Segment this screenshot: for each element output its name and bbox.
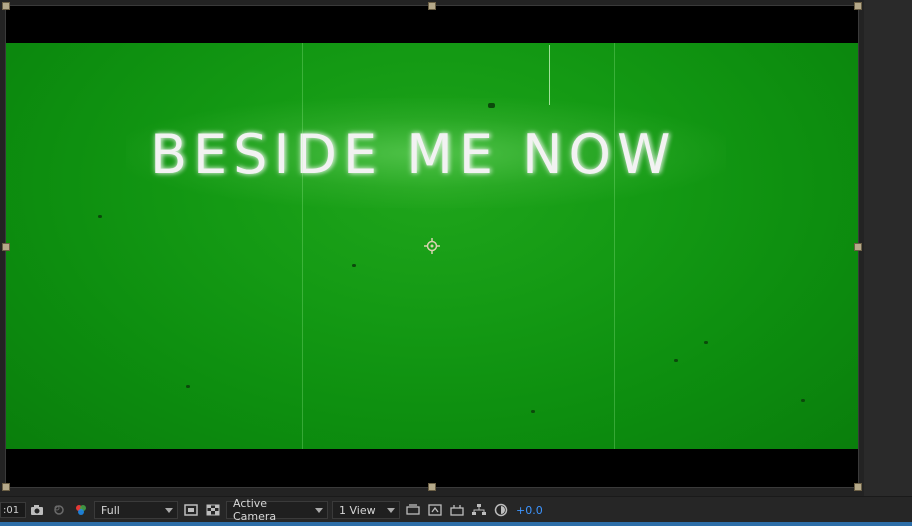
dust-speck: [801, 399, 805, 402]
letterbox-bottom: [6, 449, 858, 487]
transform-handle-top-left[interactable]: [2, 2, 10, 10]
snapshot-icon[interactable]: [28, 501, 46, 519]
dust-speck: [531, 410, 535, 413]
dust-speck: [674, 359, 678, 362]
views-value: 1 View: [339, 503, 376, 517]
transform-handle-top-right[interactable]: [854, 2, 862, 10]
dust-speck: [352, 264, 356, 267]
dust-speck: [488, 103, 495, 108]
chevron-down-icon: [165, 507, 173, 513]
resolution-value: Full: [101, 503, 120, 517]
film-scratch: [549, 45, 550, 105]
transform-handle-bottom[interactable]: [428, 483, 436, 491]
exposure-value[interactable]: +0.0: [516, 504, 543, 517]
composition-viewer[interactable]: BESIDE ME NOW: [0, 0, 912, 496]
dust-speck: [186, 385, 190, 388]
views-dropdown[interactable]: 1 View: [332, 501, 400, 519]
reset-exposure-icon[interactable]: [492, 501, 510, 519]
resolution-dropdown[interactable]: Full: [94, 501, 178, 519]
timeline-icon[interactable]: [426, 501, 444, 519]
color-channels-icon[interactable]: [72, 501, 90, 519]
dust-speck: [98, 215, 102, 218]
transparency-grid-icon[interactable]: [204, 501, 222, 519]
transform-handle-bottom-right[interactable]: [854, 483, 862, 491]
fast-preview-icon[interactable]: [404, 501, 422, 519]
viewer-toolbar: :01 Full Active Camera 1 View +0.0: [0, 496, 912, 523]
film-scratch: [302, 43, 303, 449]
show-snapshot-icon[interactable]: [50, 501, 68, 519]
transform-handle-left[interactable]: [2, 243, 10, 251]
camera-dropdown[interactable]: Active Camera: [226, 497, 328, 523]
letterbox-top: [6, 6, 858, 43]
chevron-down-icon: [387, 507, 395, 513]
title-text[interactable]: BESIDE ME NOW: [150, 123, 770, 186]
dust-speck: [704, 341, 708, 344]
comp-flowchart-icon[interactable]: [448, 501, 466, 519]
panel-focus-bar: [0, 522, 912, 526]
region-of-interest-icon[interactable]: [182, 501, 200, 519]
viewer-gutter: [864, 0, 912, 496]
timecode-field[interactable]: :01: [0, 502, 26, 518]
transform-handle-right[interactable]: [854, 243, 862, 251]
transform-handle-top[interactable]: [428, 2, 436, 10]
flowchart-icon[interactable]: [470, 501, 488, 519]
camera-value: Active Camera: [233, 497, 277, 523]
transform-handle-bottom-left[interactable]: [2, 483, 10, 491]
anchor-point-icon[interactable]: [424, 238, 440, 254]
chevron-down-icon: [315, 507, 323, 513]
film-scratch: [614, 43, 615, 449]
